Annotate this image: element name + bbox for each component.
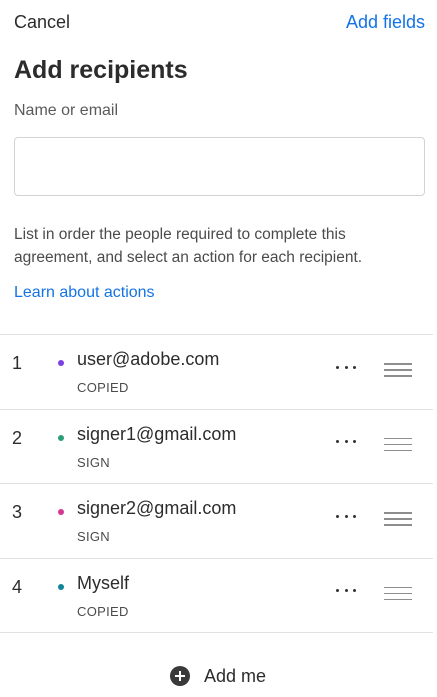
recipient-number: 4 [12, 576, 23, 597]
recipient-list: 1 user@adobe.com COPIED 2 signer1@gmail.… [0, 334, 433, 633]
learn-about-actions-link[interactable]: Learn about actions [14, 284, 155, 302]
more-options-icon[interactable] [334, 436, 358, 448]
recipient-action: SIGN [77, 529, 110, 544]
recipient-row[interactable]: 4 Myself COPIED [0, 559, 433, 633]
more-options-icon[interactable] [334, 510, 358, 522]
recipient-number: 2 [12, 427, 23, 448]
recipient-action: SIGN [77, 454, 110, 470]
name-email-input[interactable] [14, 137, 425, 196]
drag-handle-icon[interactable] [384, 512, 412, 526]
recipient-color-dot [58, 360, 64, 366]
recipient-email: signer2@gmail.com [77, 498, 237, 518]
recipient-row[interactable]: 2 signer1@gmail.com SIGN [0, 410, 433, 484]
more-options-icon[interactable] [334, 585, 358, 597]
top-bar: Cancel Add fields [14, 12, 425, 34]
recipient-number: 3 [12, 502, 23, 522]
recipient-action: COPIED [77, 603, 129, 619]
drag-handle-icon[interactable] [384, 363, 412, 377]
drag-handle-icon[interactable] [384, 437, 412, 452]
add-me-button[interactable]: Add me [170, 664, 266, 688]
add-fields-button[interactable]: Add fields [346, 12, 425, 33]
name-email-label: Name or email [14, 102, 119, 119]
recipient-color-dot [58, 583, 64, 590]
recipient-email: signer1@gmail.com [77, 423, 237, 444]
recipient-email: user@adobe.com [77, 349, 220, 369]
drag-handle-icon[interactable] [384, 586, 412, 601]
recipient-email: Myself [77, 572, 130, 593]
recipient-action: COPIED [77, 380, 129, 395]
more-options-icon[interactable] [334, 361, 358, 373]
recipient-row[interactable]: 3 signer2@gmail.com SIGN [0, 484, 433, 559]
recipient-color-dot [58, 434, 64, 441]
instructions-text: List in order the people required to com… [14, 226, 363, 266]
recipient-color-dot [58, 509, 64, 515]
cancel-button[interactable]: Cancel [14, 12, 70, 33]
plus-circle-icon [170, 666, 190, 686]
add-me-label: Add me [204, 665, 267, 686]
recipient-number: 1 [12, 353, 23, 373]
page-title: Add recipients [14, 56, 188, 84]
recipient-row[interactable]: 1 user@adobe.com COPIED [0, 335, 433, 410]
